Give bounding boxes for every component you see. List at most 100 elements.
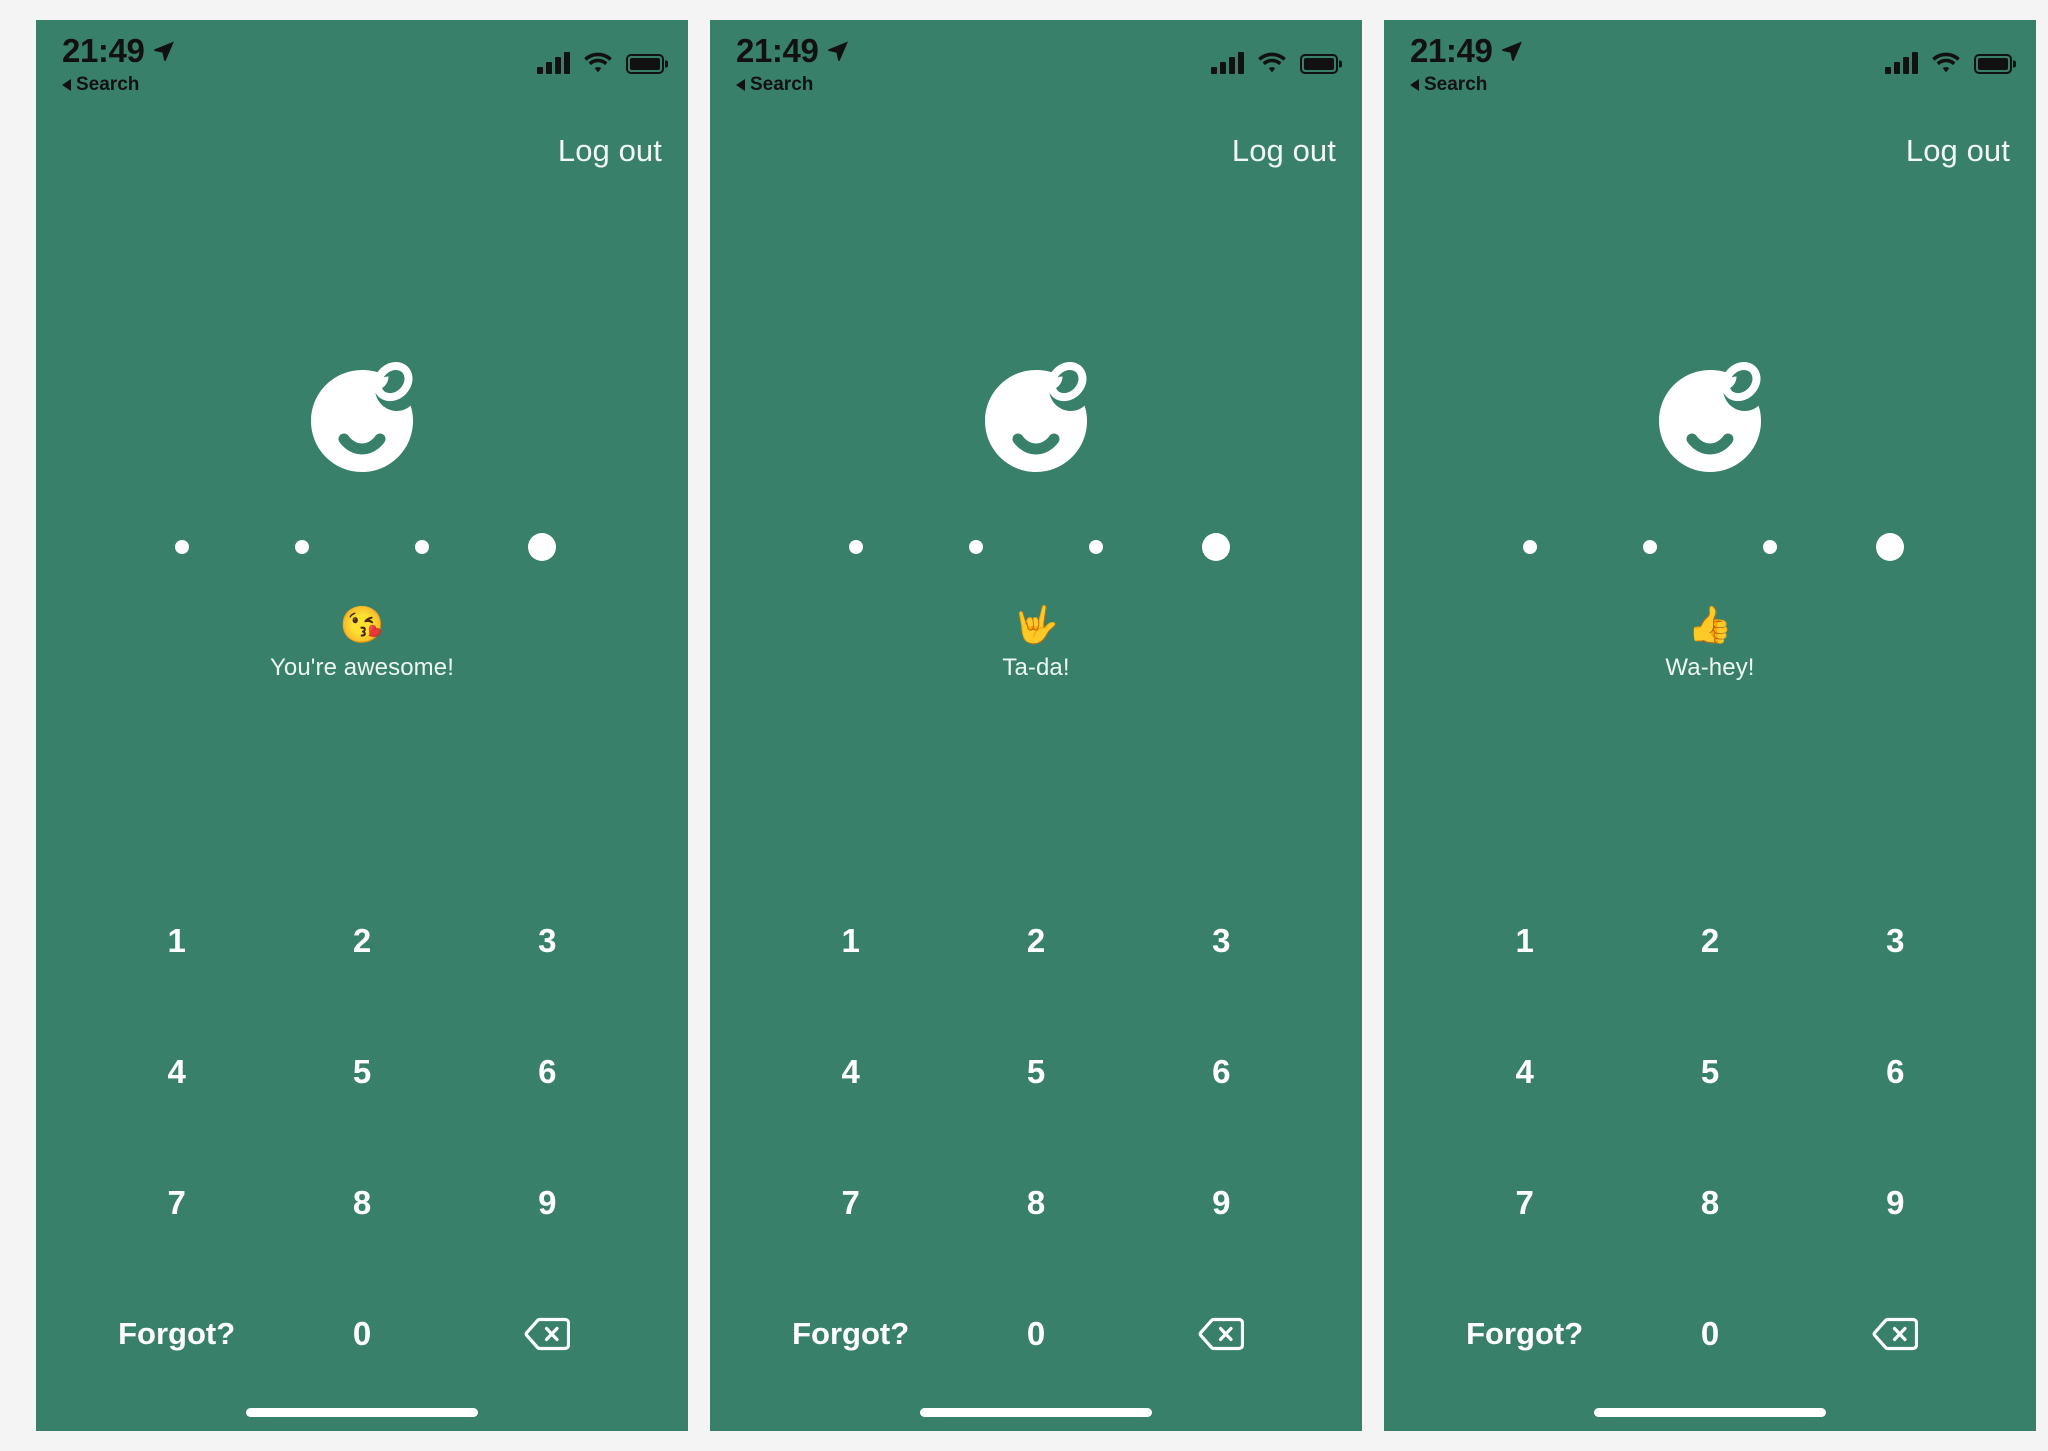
cellular-signal-icon — [1885, 52, 1918, 74]
kissing-face-emoji: 😘 — [339, 604, 385, 645]
home-indicator — [920, 1408, 1152, 1417]
phone-screen-1: 21:49 Search Log out 😘 You're awesome! 1… — [36, 20, 688, 1431]
status-bar-clock: 21:49 — [736, 32, 819, 69]
key-3[interactable]: 3 — [1129, 875, 1314, 1006]
logout-button[interactable]: Log out — [1906, 133, 2010, 169]
key-4[interactable]: 4 — [84, 1006, 269, 1137]
logout-button[interactable]: Log out — [1232, 133, 1336, 169]
pin-dot-slot-1 — [122, 530, 242, 564]
status-bar-back-to-search[interactable]: Search — [1410, 75, 1524, 94]
app-logo — [710, 355, 1362, 487]
key-2[interactable]: 2 — [269, 875, 454, 1006]
pin-dot-2-filled — [969, 540, 983, 554]
key-6[interactable]: 6 — [1129, 1006, 1314, 1137]
key-delete[interactable] — [1803, 1268, 1988, 1399]
status-bar: 21:49 Search — [710, 20, 1362, 100]
pin-dot-slot-1 — [796, 530, 916, 564]
status-bar-right — [1885, 46, 2012, 74]
key-7[interactable]: 7 — [84, 1137, 269, 1268]
key-9[interactable]: 9 — [1803, 1137, 1988, 1268]
status-bar-back-to-search[interactable]: Search — [736, 75, 850, 94]
key-1[interactable]: 1 — [84, 875, 269, 1006]
pin-dot-3-filled — [1089, 540, 1103, 554]
smiley-fruit-logo — [311, 362, 413, 472]
key-2[interactable]: 2 — [1617, 875, 1802, 1006]
status-bar-right — [537, 46, 664, 74]
status-bar-time-group: 21:49 — [62, 34, 176, 67]
location-arrow-icon — [154, 41, 175, 61]
pin-dot-3-filled — [415, 540, 429, 554]
location-arrow-icon — [828, 41, 849, 61]
key-4[interactable]: 4 — [758, 1006, 943, 1137]
wifi-icon — [1932, 52, 1960, 73]
pin-dot-slot-1 — [1470, 530, 1590, 564]
pin-dot-1-filled — [175, 540, 189, 554]
pin-dot-slot-2 — [242, 530, 362, 564]
status-bar-back-label: Search — [76, 74, 140, 95]
app-logo — [36, 355, 688, 487]
key-forgot[interactable]: Forgot? — [1432, 1268, 1617, 1399]
pin-dots — [710, 530, 1362, 564]
feedback-message: 😘 You're awesome! — [36, 605, 688, 682]
key-9[interactable]: 9 — [1129, 1137, 1314, 1268]
battery-full-icon — [1300, 54, 1338, 74]
key-5[interactable]: 5 — [269, 1006, 454, 1137]
status-bar-back-label: Search — [1424, 74, 1488, 95]
key-0[interactable]: 0 — [943, 1268, 1128, 1399]
battery-full-icon — [626, 54, 664, 74]
status-bar-left: 21:49 Search — [62, 34, 176, 94]
pin-dot-4-active — [528, 533, 556, 561]
wifi-icon — [584, 52, 612, 73]
key-8[interactable]: 8 — [943, 1137, 1128, 1268]
pin-dot-2-filled — [295, 540, 309, 554]
key-9[interactable]: 9 — [455, 1137, 640, 1268]
key-0[interactable]: 0 — [269, 1268, 454, 1399]
logout-button[interactable]: Log out — [558, 133, 662, 169]
key-5[interactable]: 5 — [1617, 1006, 1802, 1137]
pin-dot-slot-4 — [1156, 530, 1276, 564]
pin-dot-slot-3 — [362, 530, 482, 564]
pin-keypad: 1 2 3 4 5 6 7 8 9 Forgot? 0 — [84, 875, 640, 1399]
status-bar-clock: 21:49 — [1410, 32, 1493, 69]
key-forgot[interactable]: Forgot? — [84, 1268, 269, 1399]
status-bar-back-to-search[interactable]: Search — [62, 75, 176, 94]
key-2[interactable]: 2 — [943, 875, 1128, 1006]
status-bar-back-label: Search — [750, 74, 814, 95]
home-indicator — [1594, 1408, 1826, 1417]
cellular-signal-icon — [1211, 52, 1244, 74]
key-0[interactable]: 0 — [1617, 1268, 1802, 1399]
smiley-fruit-logo — [985, 362, 1087, 472]
key-1[interactable]: 1 — [758, 875, 943, 1006]
battery-full-icon — [1974, 54, 2012, 74]
key-4[interactable]: 4 — [1432, 1006, 1617, 1137]
status-bar-left: 21:49 Search — [736, 34, 850, 94]
home-indicator — [246, 1408, 478, 1417]
key-delete[interactable] — [1129, 1268, 1314, 1399]
pin-dot-slot-4 — [1830, 530, 1950, 564]
key-3[interactable]: 3 — [1803, 875, 1988, 1006]
pin-dot-2-filled — [1643, 540, 1657, 554]
key-7[interactable]: 7 — [1432, 1137, 1617, 1268]
key-6[interactable]: 6 — [455, 1006, 640, 1137]
thumbs-up-emoji: 👍 — [1687, 604, 1733, 645]
location-arrow-icon — [1502, 41, 1523, 61]
key-6[interactable]: 6 — [1803, 1006, 1988, 1137]
smiley-fruit-logo — [1659, 362, 1761, 472]
key-7[interactable]: 7 — [758, 1137, 943, 1268]
feedback-message: 👍 Wa-hey! — [1384, 605, 2036, 682]
feedback-text: You're awesome! — [270, 653, 454, 681]
pin-dots — [1384, 530, 2036, 564]
pin-dots — [36, 530, 688, 564]
back-triangle-icon — [736, 78, 745, 91]
key-5[interactable]: 5 — [943, 1006, 1128, 1137]
key-forgot[interactable]: Forgot? — [758, 1268, 943, 1399]
feedback-text: Wa-hey! — [1665, 653, 1755, 681]
phone-screenshot-row: 21:49 Search Log out 😘 You're awesome! 1… — [0, 0, 2048, 1451]
cellular-signal-icon — [537, 52, 570, 74]
pin-dot-slot-4 — [482, 530, 602, 564]
key-8[interactable]: 8 — [1617, 1137, 1802, 1268]
key-8[interactable]: 8 — [269, 1137, 454, 1268]
key-1[interactable]: 1 — [1432, 875, 1617, 1006]
key-delete[interactable] — [455, 1268, 640, 1399]
key-3[interactable]: 3 — [455, 875, 640, 1006]
